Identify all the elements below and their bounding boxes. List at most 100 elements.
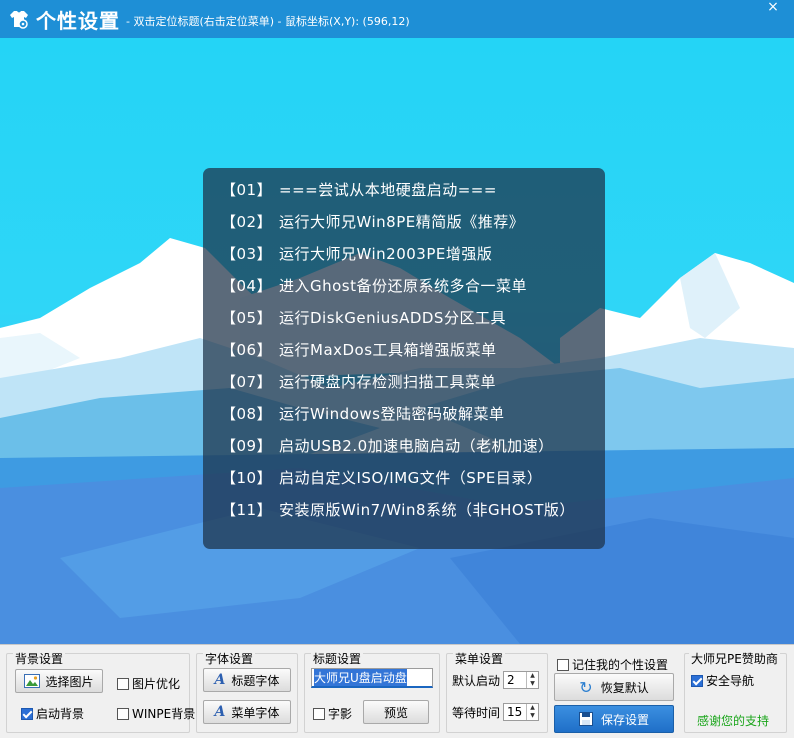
checkbox-box (117, 707, 129, 720)
menu-font-label: 菜单字体 (231, 705, 280, 720)
font-icon: A (214, 672, 226, 688)
menu-item-label: 运行Windows登陆密码破解菜单 (279, 404, 505, 423)
checkbox-box (313, 707, 325, 720)
menu-item-label: 运行MaxDos工具箱增强版菜单 (279, 340, 497, 359)
spinner-arrows[interactable]: ▲ ▼ (526, 672, 538, 688)
winpe-background-checkbox[interactable]: WINPE背景 (117, 705, 195, 722)
menu-item[interactable]: 【03】 运行大师兄Win2003PE增强版 (203, 237, 605, 269)
default-boot-label: 默认启动 (452, 674, 501, 688)
wait-time-spinner[interactable]: 15 ▲ ▼ (503, 703, 539, 721)
menu-item-label: 启动USB2.0加速电脑启动（老机加速） (279, 436, 554, 455)
restore-default-button[interactable]: ↻ 恢复默认 (554, 673, 674, 701)
menu-item-label: 运行大师兄Win2003PE增强版 (279, 244, 493, 263)
menu-item[interactable]: 【08】 运行Windows登陆密码破解菜单 (203, 397, 605, 429)
choose-image-button[interactable]: 选择图片 (15, 669, 103, 693)
wait-time-value: 15 (507, 705, 523, 719)
optimize-image-checkbox[interactable]: 图片优化 (117, 675, 180, 692)
menu-item-number: 【02】 (221, 212, 273, 231)
menu-item-label: 运行硬盘内存检测扫描工具菜单 (279, 372, 497, 391)
group-title: 标题设置 (311, 650, 364, 667)
boot-background-label: 启动背景 (36, 707, 85, 721)
spin-up-icon[interactable]: ▲ (527, 704, 538, 712)
sponsor-group: 大师兄PE赞助商 安全导航 感谢您的支持 (684, 650, 787, 733)
menu-settings-group: 菜单设置 默认启动 2 ▲ ▼ 等待时间 15 ▲ ▼ (446, 650, 548, 733)
checkbox-box (117, 677, 129, 690)
title-text-input[interactable]: 大师兄U盘启动盘 (311, 668, 433, 688)
menu-item[interactable]: 【07】 运行硬盘内存检测扫描工具菜单 (203, 365, 605, 397)
settings-panel: 背景设置 选择图片 图片优化 启动背景 WINPE背景 字体设置 A 标题字体 (0, 644, 794, 738)
save-settings-button[interactable]: 保存设置 (554, 705, 674, 733)
window-title: 个性设置 (36, 8, 120, 33)
menu-item-label: 运行大师兄Win8PE精简版《推荐》 (279, 212, 525, 231)
font-settings-group: 字体设置 A 标题字体 A 菜单字体 (196, 650, 298, 733)
checkbox-box (21, 707, 33, 720)
menu-item[interactable]: 【10】 启动自定义ISO/IMG文件（SPE目录） (203, 461, 605, 493)
group-title: 菜单设置 (453, 650, 506, 667)
refresh-icon: ↻ (579, 677, 593, 697)
boot-menu-panel: 【01】 ===尝试从本地硬盘启动=== 【02】 运行大师兄Win8PE精简版《推… (203, 168, 605, 549)
boot-background-checkbox[interactable]: 启动背景 (21, 705, 84, 722)
menu-item-label: ===尝试从本地硬盘启动=== (279, 180, 497, 199)
image-icon (24, 674, 41, 688)
menu-item-number: 【10】 (221, 468, 273, 487)
title-settings-group: 标题设置 大师兄U盘启动盘 字影 预览 (304, 650, 440, 733)
menu-item-number: 【05】 (221, 308, 273, 327)
thanks-text: 感谢您的支持 (697, 714, 770, 728)
shirt-icon (8, 8, 30, 30)
background-settings-group: 背景设置 选择图片 图片优化 启动背景 WINPE背景 (6, 650, 195, 733)
menu-item-number: 【08】 (221, 404, 273, 423)
menu-item[interactable]: 【02】 运行大师兄Win8PE精简版《推荐》 (203, 205, 605, 237)
shadow-label: 字影 (328, 707, 353, 721)
checkbox-box (691, 674, 703, 687)
default-boot-spinner[interactable]: 2 ▲ ▼ (503, 671, 539, 689)
menu-item[interactable]: 【05】 运行DiskGeniusADDS分区工具 (203, 301, 605, 333)
spin-down-icon[interactable]: ▼ (527, 712, 538, 720)
menu-font-button[interactable]: A 菜单字体 (203, 700, 291, 724)
spinner-arrows[interactable]: ▲ ▼ (526, 704, 538, 720)
menu-item[interactable]: 【09】 启动USB2.0加速电脑启动（老机加速） (203, 429, 605, 461)
safe-nav-label: 安全导航 (706, 674, 755, 688)
menu-item-label: 启动自定义ISO/IMG文件（SPE目录） (279, 468, 543, 487)
title-font-button[interactable]: A 标题字体 (203, 668, 291, 692)
menu-item-number: 【06】 (221, 340, 273, 359)
shadow-checkbox[interactable]: 字影 (313, 705, 352, 722)
safe-nav-checkbox[interactable]: 安全导航 (691, 672, 754, 689)
save-settings-label: 保存设置 (600, 712, 649, 727)
menu-item-number: 【09】 (221, 436, 273, 455)
spin-up-icon[interactable]: ▲ (527, 672, 538, 680)
group-title: 大师兄PE赞助商 (689, 650, 780, 667)
title-bar[interactable]: 个性设置 - 双击定位标题(右击定位菜单) - 鼠标坐标(X,Y): (596,… (0, 0, 794, 38)
title-font-label: 标题字体 (231, 673, 280, 688)
menu-item[interactable]: 【06】 运行MaxDos工具箱增强版菜单 (203, 333, 605, 365)
spin-down-icon[interactable]: ▼ (527, 680, 538, 688)
menu-item-label: 进入Ghost备份还原系统多合一菜单 (279, 276, 528, 295)
default-boot-value: 2 (507, 673, 515, 687)
preview-button[interactable]: 预览 (363, 700, 429, 724)
title-text-value: 大师兄U盘启动盘 (314, 669, 407, 686)
group-title: 背景设置 (13, 650, 66, 667)
optimize-image-label: 图片优化 (132, 677, 181, 691)
close-button[interactable]: × (758, 0, 788, 16)
menu-item-number: 【04】 (221, 276, 273, 295)
menu-item-number: 【03】 (221, 244, 273, 263)
checkbox-box (557, 658, 569, 671)
window-subtitle: - 双击定位标题(右击定位菜单) - 鼠标坐标(X,Y): (596,12) (126, 14, 410, 28)
menu-item-number: 【11】 (221, 500, 273, 519)
menu-item-number: 【01】 (221, 180, 273, 199)
winpe-background-label: WINPE背景 (132, 707, 196, 721)
remember-settings-checkbox[interactable]: 记住我的个性设置 (557, 656, 668, 673)
group-title: 字体设置 (203, 650, 256, 667)
wait-time-label: 等待时间 (452, 706, 501, 720)
font-icon: A (214, 704, 226, 720)
menu-item-label: 安装原版Win7/Win8系统（非GHOST版） (279, 500, 575, 519)
menu-item[interactable]: 【11】 安装原版Win7/Win8系统（非GHOST版） (203, 493, 605, 525)
choose-image-label: 选择图片 (45, 674, 94, 689)
boot-background-preview: 【01】 ===尝试从本地硬盘启动=== 【02】 运行大师兄Win8PE精简版《推… (0, 38, 794, 644)
remember-settings-label: 记住我的个性设置 (572, 658, 669, 672)
menu-item[interactable]: 【04】 进入Ghost备份还原系统多合一菜单 (203, 269, 605, 301)
menu-item-label: 运行DiskGeniusADDS分区工具 (279, 308, 506, 327)
menu-item-number: 【07】 (221, 372, 273, 391)
restore-default-label: 恢复默认 (600, 680, 649, 695)
floppy-disk-icon (578, 712, 593, 726)
menu-item[interactable]: 【01】 ===尝试从本地硬盘启动=== (203, 173, 605, 205)
